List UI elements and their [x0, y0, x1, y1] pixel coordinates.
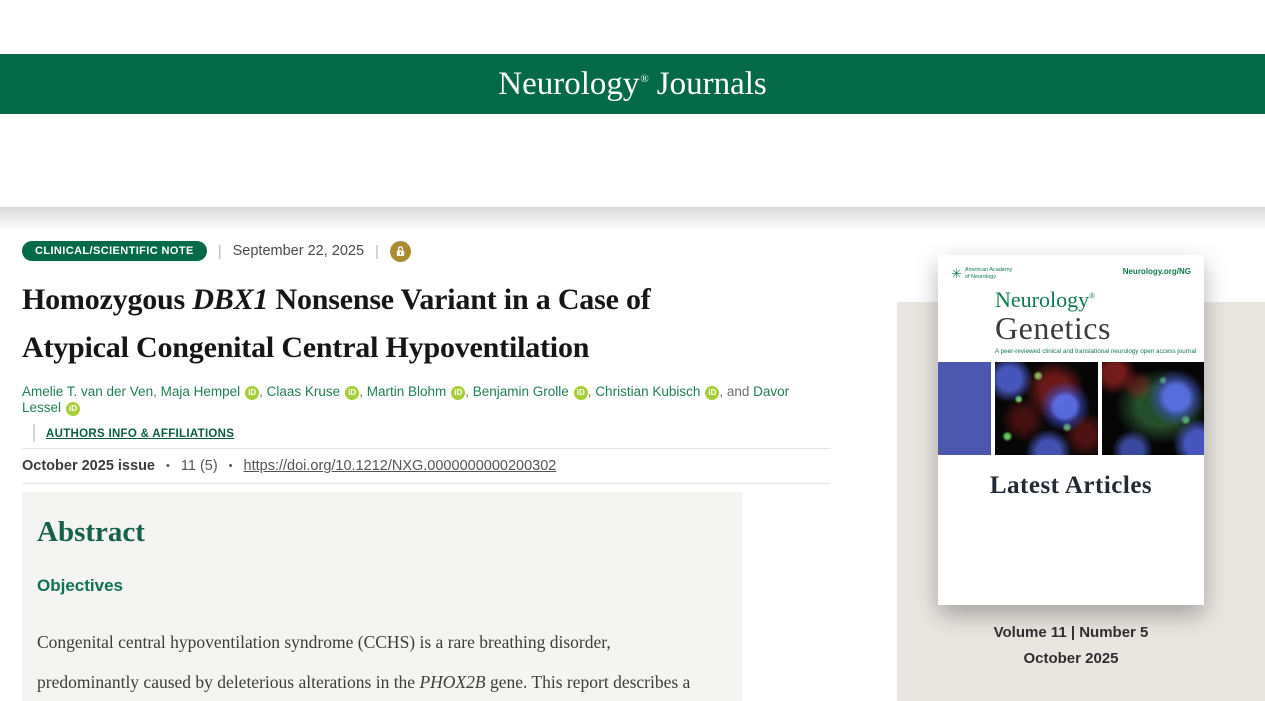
- cover-journal-name: Neurology®: [995, 286, 1096, 312]
- author-link[interactable]: Maja Hempel: [161, 384, 241, 399]
- cover-microscopy-image-1: [995, 362, 1098, 456]
- orcid-icon[interactable]: iD: [245, 386, 260, 400]
- open-access-icon: [389, 240, 411, 262]
- orcid-icon[interactable]: iD: [451, 386, 466, 400]
- separator: |: [217, 242, 222, 260]
- issue-info: Volume 11 | Number 5 October 2025: [938, 624, 1204, 667]
- page: Neurology® Journals CLINICAL/SCIENTIFIC N…: [0, 0, 1265, 701]
- aan-star-icon: ✳: [951, 266, 962, 281]
- registered-mark: ®: [640, 72, 649, 85]
- site-header: Neurology® Journals: [0, 54, 1265, 114]
- authors-info-link[interactable]: AUTHORS INFO & AFFILIATIONS: [46, 428, 234, 440]
- doi-link[interactable]: https://doi.org/10.1212/NXG.000000000020…: [244, 458, 557, 474]
- cover-tagline: A peer-reviewed clinical and translation…: [995, 348, 1197, 356]
- publish-date: September 22, 2025: [232, 243, 365, 259]
- author-separator: ,: [153, 384, 161, 399]
- article-type-badge[interactable]: CLINICAL/SCIENTIFIC NOTE: [22, 241, 207, 261]
- author-list: Amelie T. van der Ven, Maja Hempel iD, Cl…: [22, 384, 830, 416]
- issue-label: October 2025 issue: [22, 458, 155, 474]
- separator: |: [375, 242, 379, 260]
- cover-image-strip: [938, 362, 1204, 456]
- orcid-icon[interactable]: iD: [66, 402, 81, 416]
- article-title-line: Atypical Congenital Central Hypoventilat…: [22, 331, 590, 364]
- issue-row: October 2025 issue • 11 (5) • https://do…: [22, 448, 830, 484]
- volume-issue: 11 (5): [180, 458, 218, 474]
- cover-site-link: Neurology.org/NG: [1122, 267, 1191, 276]
- author-separator: ,: [259, 384, 267, 399]
- bullet-separator: •: [166, 460, 170, 472]
- cover-blue-panel: [938, 362, 991, 456]
- aan-logo-text: American Academy of Neurology: [964, 267, 1013, 281]
- abstract-body: Congenital central hypoventilation syndr…: [37, 632, 691, 692]
- orcid-icon[interactable]: iD: [345, 386, 360, 400]
- author-separator: , and: [719, 384, 754, 399]
- brand-name: Neurology: [498, 65, 640, 102]
- author-link[interactable]: Claas Kruse: [267, 384, 341, 399]
- cover-microscopy-image-2: [1101, 362, 1204, 456]
- site-logo[interactable]: Neurology® Journals: [498, 66, 767, 103]
- abstract-subheading: Objectives: [37, 576, 123, 595]
- author-link[interactable]: Martin Blohm: [367, 384, 447, 399]
- content-top-shadow: [0, 207, 1265, 231]
- article-main: CLINICAL/SCIENTIFIC NOTE | September 22,…: [22, 240, 830, 701]
- sidebar-date-line: October 2025: [1023, 650, 1119, 667]
- abstract-heading: Abstract: [37, 516, 145, 548]
- article-meta-row: CLINICAL/SCIENTIFIC NOTE | September 22,…: [22, 240, 830, 262]
- registered-mark: ®: [1089, 291, 1096, 301]
- author-link[interactable]: Amelie T. van der Ven: [22, 384, 153, 399]
- sidebar-volume-line: Volume 11 | Number 5: [993, 624, 1149, 641]
- author-separator: ,: [465, 384, 473, 399]
- author-link[interactable]: Christian Kubisch: [595, 384, 700, 399]
- article-title: Homozygous DBX1 Nonsense Variant in a Ca…: [22, 276, 830, 372]
- cover-title-block: Neurology® Genetics A peer-reviewed clin…: [995, 288, 1204, 356]
- orcid-icon[interactable]: iD: [705, 386, 720, 400]
- article-title-line: Homozygous DBX1 Nonsense Variant in a Ca…: [22, 283, 651, 316]
- orcid-icon[interactable]: iD: [573, 386, 588, 400]
- cover-heading: Latest Articles: [989, 472, 1153, 500]
- aan-logo: ✳ American Academy of Neurology: [951, 267, 1012, 282]
- cover-journal-subname: Genetics: [995, 309, 1111, 346]
- brand-suffix: Journals: [656, 65, 767, 102]
- author-link[interactable]: Benjamin Grolle: [473, 384, 569, 399]
- abstract-section: Abstract Objectives Congenital central h…: [22, 492, 743, 701]
- issue-sidebar: ✳ American Academy of Neurology Neurolog…: [897, 255, 1265, 701]
- bullet-separator: •: [228, 460, 233, 472]
- cover-top-row: ✳ American Academy of Neurology Neurolog…: [938, 255, 1204, 282]
- author-separator: ,: [359, 384, 367, 399]
- authors-info-row: AUTHORS INFO & AFFILIATIONS: [33, 424, 830, 442]
- journal-cover-link[interactable]: ✳ American Academy of Neurology Neurolog…: [938, 255, 1204, 605]
